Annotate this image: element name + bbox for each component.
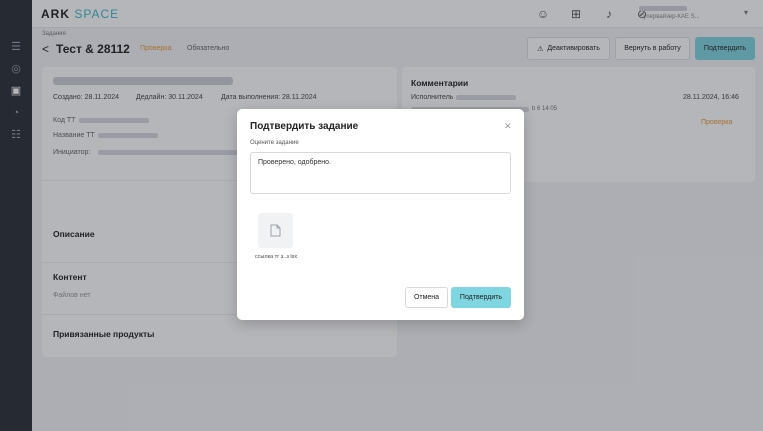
dialog-title: Подтвердить задание [250,121,359,132]
file-name: ссылка тг з..з lsx [254,254,298,260]
confirm-button[interactable]: Подтвердить [451,287,511,308]
cancel-button[interactable]: Отмена [405,287,448,308]
rating-label: Оцените задание [250,140,299,146]
comment-textarea[interactable]: Проверено, одобрено. [250,152,511,194]
file-icon [270,224,281,237]
close-icon[interactable]: ✕ [504,121,512,132]
file-attachment[interactable] [258,213,293,248]
